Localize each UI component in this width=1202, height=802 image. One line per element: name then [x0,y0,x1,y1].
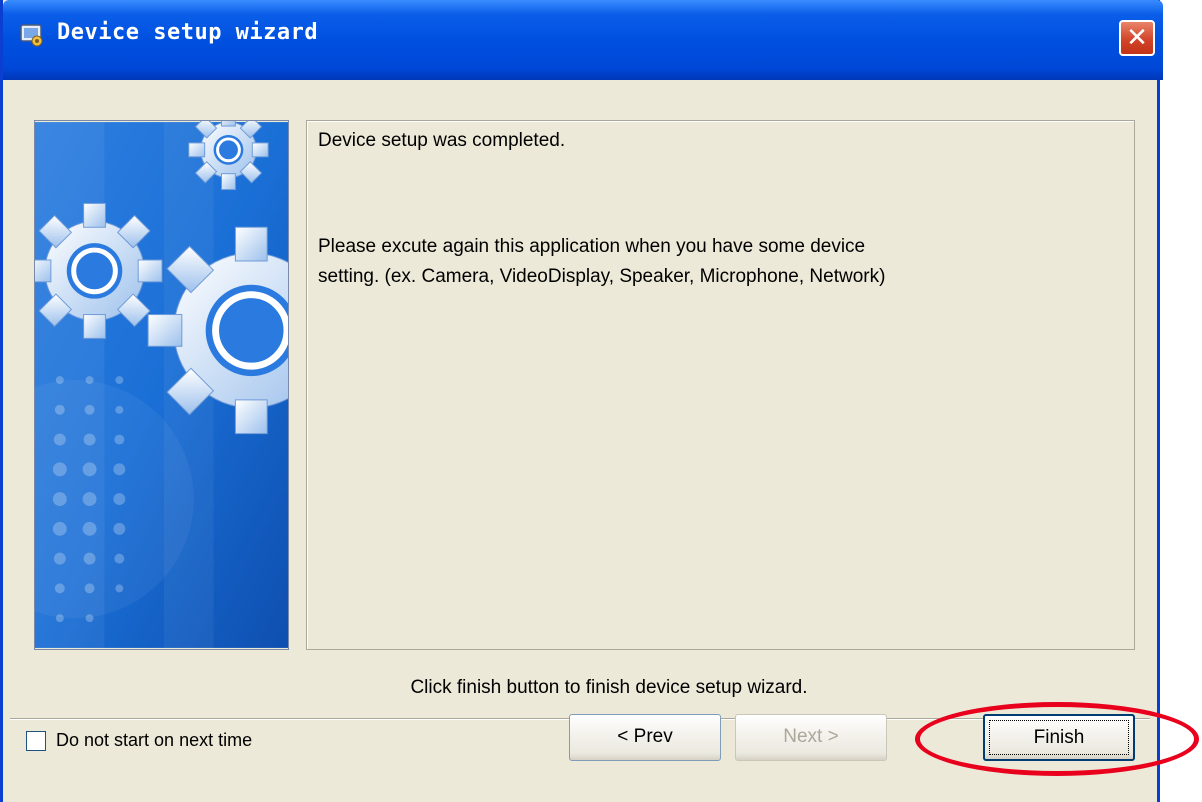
window-title: Device setup wizard [57,20,319,45]
message-panel [306,120,1135,650]
next-button[interactable]: Next > [735,714,887,761]
title-bar[interactable]: Device setup wizard ✕ [3,0,1163,80]
prev-button[interactable]: < Prev [569,714,721,761]
footer-instruction: Click finish button to finish device set… [0,677,1202,699]
checkbox-label[interactable]: Do not start on next time [56,730,252,751]
completion-message: Device setup was completed. [318,130,566,151]
checkbox-box[interactable] [26,731,46,751]
gears-illustration [34,120,289,650]
finish-button-label: Finish [1033,727,1085,748]
close-button[interactable]: ✕ [1119,20,1155,56]
device-wizard-icon [20,24,43,47]
instruction-line-1: Please excute again this application whe… [318,236,866,257]
finish-button[interactable]: Finish [983,714,1135,761]
close-icon: ✕ [1126,23,1148,53]
instruction-line-2: setting. (ex. Camera, VideoDisplay, Spea… [318,266,886,287]
footer-instruction-text: Click finish button to finish device set… [410,677,808,698]
